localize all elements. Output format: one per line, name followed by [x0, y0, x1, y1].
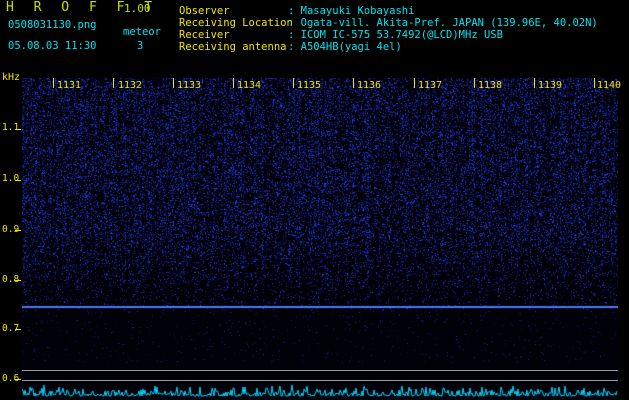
y-label-1.1: 1.1: [2, 122, 20, 133]
level-baseline-upper: [22, 370, 618, 371]
antenna-label: Receiving antenna: [179, 41, 287, 53]
location-label: Receiving Location: [179, 17, 293, 29]
minute-marker: [594, 78, 595, 88]
minute-marker: [53, 78, 54, 88]
y-label-1.0: 1.0: [2, 173, 20, 184]
receiver-label: Receiver: [179, 29, 230, 41]
x-label-1132: 1132: [118, 80, 143, 91]
receiver-value: : ICOM IC-575 53.7492(@LCD)MHz USB: [288, 29, 503, 41]
header-panel: H R O F F T 1.00 0508031130.png meteor 0…: [0, 0, 629, 70]
minute-marker: [113, 78, 114, 88]
datetime: 05.08.03 11:30: [8, 40, 97, 52]
y-axis: 1.1 1.0 0.9 0.8 0.7 0.6: [0, 78, 22, 400]
x-label-1136: 1136: [357, 80, 382, 91]
spectrogram-plot: [22, 78, 618, 400]
minute-marker: [534, 78, 535, 88]
minute-marker: [414, 78, 415, 88]
antenna-value: : A504HB(yagi 4el): [288, 41, 402, 53]
x-label-1139: 1139: [538, 80, 563, 91]
mode-label: meteor: [123, 26, 161, 38]
file-name: 0508031130.png: [8, 19, 97, 31]
minute-marker: [233, 78, 234, 88]
y-tick: [15, 230, 21, 231]
x-label-1140: 1140: [597, 80, 622, 91]
x-label-1135: 1135: [297, 80, 322, 91]
observer-value: : Masayuki Kobayashi: [288, 5, 415, 17]
x-label-1138: 1138: [478, 80, 503, 91]
meteor-count: 3: [137, 40, 144, 52]
observer-label: Observer: [179, 5, 230, 17]
x-label-1134: 1134: [237, 80, 262, 91]
level-baseline-lower: [22, 380, 618, 381]
location-value: : Ogata-vill. Akita-Pref. JAPAN (139.96E…: [288, 17, 598, 29]
y-tick: [15, 379, 21, 380]
minute-marker: [474, 78, 475, 88]
y-tick: [15, 129, 21, 130]
y-tick: [15, 329, 21, 330]
x-label-1137: 1137: [418, 80, 443, 91]
y-tick: [15, 280, 21, 281]
x-label-1131: 1131: [57, 80, 82, 91]
spectrogram-canvas: [22, 78, 618, 400]
x-label-1133: 1133: [177, 80, 202, 91]
y-tick: [15, 180, 21, 181]
minute-marker: [353, 78, 354, 88]
minute-marker: [173, 78, 174, 88]
minute-marker: [293, 78, 294, 88]
app-version: 1.00: [124, 2, 151, 15]
